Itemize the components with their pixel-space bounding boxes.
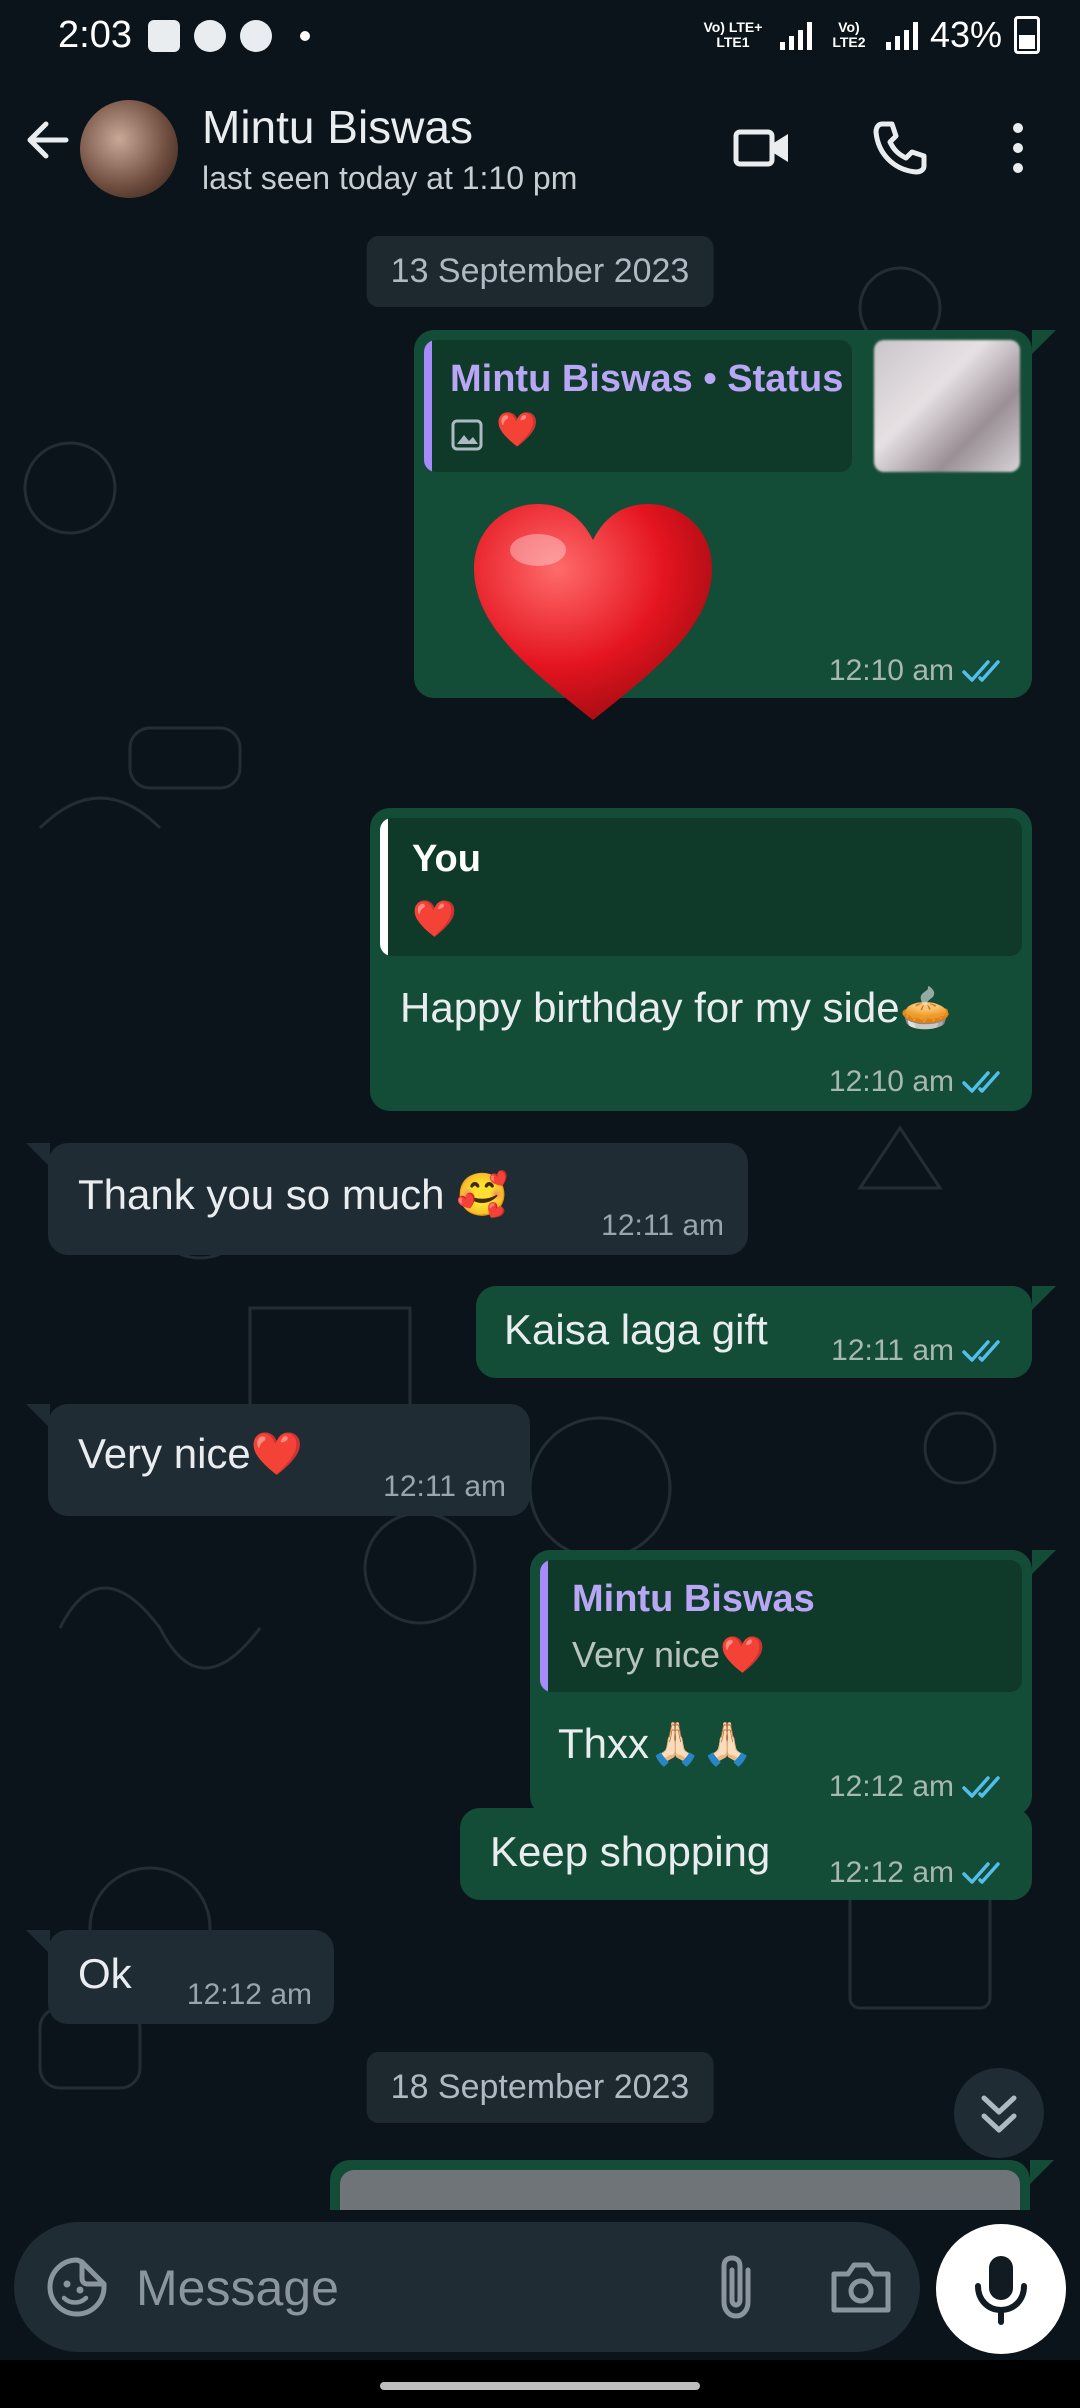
- message-bubble[interactable]: Ok 12:12 am: [48, 1930, 334, 2024]
- message-meta: 12:11 am: [383, 1470, 506, 1504]
- quote-bar: [540, 1560, 548, 1692]
- quote-author: You: [412, 838, 481, 880]
- message-bubble[interactable]: Very nice❤️ 12:11 am: [48, 1404, 530, 1516]
- message-bubble[interactable]: Keep shopping 12:12 am: [460, 1808, 1032, 1900]
- quote-bar: [424, 340, 432, 472]
- home-gesture-handle[interactable]: [380, 2382, 700, 2390]
- bubble-tail: [1030, 2160, 1054, 2184]
- heart-emoji-icon: [474, 504, 712, 720]
- microphone-icon: [975, 2256, 1027, 2325]
- snapchat-notification-icon: [194, 20, 226, 52]
- quoted-message[interactable]: You ❤️: [380, 818, 1022, 956]
- bubble-tail: [26, 1143, 50, 1167]
- status-thumbnail[interactable]: [874, 340, 1020, 472]
- message-meta: 12:11 am: [601, 1209, 724, 1243]
- bubble-tail: [1032, 1550, 1056, 1574]
- read-ticks-icon: [962, 1340, 1000, 1362]
- sim1-label: Vo) LTE+ LTE1: [703, 19, 763, 50]
- message-meta: 12:12 am: [829, 1856, 1010, 1890]
- notification-icons: [148, 20, 310, 52]
- quote-author: Mintu Biswas • Status: [450, 358, 844, 400]
- message-text: Ok: [78, 1950, 132, 1997]
- message-text: Thank you so much 🥰: [78, 1171, 509, 1218]
- quoted-status[interactable]: Mintu Biswas • Status ❤️: [424, 340, 852, 472]
- chat-header: Mintu Biswas last seen today at 1:10 pm: [0, 72, 1080, 229]
- read-ticks-icon: [962, 660, 1000, 682]
- message-text: Thxx🙏🏻🙏🏻: [558, 1720, 754, 1767]
- quote-content: ❤️: [412, 898, 457, 939]
- system-status: Vo) LTE+ LTE1 Vo) LTE2 43%: [698, 14, 1040, 56]
- message-meta: 12:10 am: [829, 654, 1010, 688]
- bubble-tail: [26, 1930, 50, 1954]
- bubble-tail: [26, 1404, 50, 1428]
- message-input-container[interactable]: [14, 2222, 920, 2352]
- message-time: 12:12 am: [828, 1856, 954, 1889]
- sim2-signal-icon: [885, 20, 918, 50]
- message-time: 12:11 am: [383, 1470, 506, 1503]
- more-notifications-icon: [300, 31, 310, 41]
- read-ticks-icon: [962, 1071, 1000, 1093]
- gallery-notification-icon: [148, 20, 180, 52]
- photo-icon: [451, 419, 483, 451]
- date-separator: 18 September 2023: [366, 2052, 714, 2123]
- bubble-tail: [1032, 1286, 1056, 1310]
- message-composer: [0, 2210, 1080, 2360]
- quoted-message[interactable]: Mintu Biswas Very nice❤️: [540, 1560, 1022, 1692]
- message-bubble[interactable]: Kaisa laga gift 12:11 am: [476, 1286, 1032, 1378]
- message-text: Keep shopping: [490, 1828, 771, 1875]
- message-meta: 12:12 am: [187, 1978, 312, 2012]
- message-time: 12:12 am: [828, 1770, 954, 1803]
- message-bubble[interactable]: Mintu Biswas • Status ❤️ 12:10 am: [414, 330, 1032, 720]
- more-options-icon[interactable]: [986, 116, 1050, 180]
- scroll-to-bottom-button[interactable]: [954, 2068, 1044, 2158]
- sim2-label: Vo) LTE2: [832, 19, 866, 50]
- voice-call-icon[interactable]: [868, 116, 932, 180]
- contact-avatar[interactable]: [80, 100, 178, 198]
- camera-icon[interactable]: [828, 2254, 894, 2320]
- media-preview-partial[interactable]: [340, 2170, 1020, 2210]
- bubble-tail: [1032, 330, 1056, 354]
- video-call-icon[interactable]: [730, 116, 794, 180]
- double-chevron-down-icon: [981, 2095, 1017, 2133]
- message-time: 12:12 am: [186, 1978, 312, 2011]
- message-input[interactable]: [134, 2250, 698, 2326]
- read-ticks-icon: [962, 1862, 1000, 1884]
- quote-author: Mintu Biswas: [572, 1578, 815, 1620]
- quote-content: Very nice❤️: [572, 1634, 765, 1675]
- battery-icon: [1014, 16, 1040, 54]
- message-meta: 12:11 am: [831, 1334, 1010, 1368]
- message-bubble[interactable]: Thank you so much 🥰 12:11 am: [48, 1143, 748, 1255]
- last-seen-status: last seen today at 1:10 pm: [202, 160, 578, 196]
- voice-message-button[interactable]: [936, 2224, 1066, 2354]
- status-bar: 2:03 Vo) LTE+ LTE1 Vo) LTE2 43%: [0, 0, 1080, 72]
- message-time: 12:10 am: [828, 1065, 954, 1098]
- message-time: 12:11 am: [601, 1209, 724, 1242]
- message-text: Kaisa laga gift: [504, 1306, 768, 1353]
- quote-content: ❤️: [496, 411, 539, 449]
- date-separator: 13 September 2023: [366, 236, 714, 307]
- message-bubble[interactable]: Mintu Biswas Very nice❤️ Thxx🙏🏻🙏🏻 12:12 …: [530, 1550, 1032, 1816]
- business-notification-icon: [240, 20, 272, 52]
- system-navigation-bar: [0, 2360, 1080, 2408]
- quote-bar: [380, 818, 388, 956]
- message-text: Very nice❤️: [78, 1430, 304, 1477]
- message-meta: 12:10 am: [829, 1065, 1010, 1099]
- message-time: 12:10 am: [828, 654, 954, 687]
- battery-percent: 43%: [929, 14, 1002, 55]
- message-text: Happy birthday for my side🥧: [400, 984, 952, 1031]
- sim1-signal-icon: [779, 20, 812, 50]
- sticker-emoji-icon[interactable]: [44, 2254, 110, 2320]
- message-time: 12:11 am: [831, 1334, 954, 1367]
- message-meta: 12:12 am: [829, 1770, 1010, 1804]
- contact-name[interactable]: Mintu Biswas: [202, 100, 473, 154]
- message-bubble[interactable]: You ❤️ Happy birthday for my side🥧 12:10…: [370, 808, 1032, 1111]
- chat-area[interactable]: 13 September 2023 Mintu Biswas • Status …: [0, 228, 1080, 2210]
- attach-icon[interactable]: [706, 2252, 772, 2322]
- status-time: 2:03: [58, 14, 132, 56]
- read-ticks-icon: [962, 1776, 1000, 1798]
- back-arrow-icon[interactable]: [20, 112, 76, 168]
